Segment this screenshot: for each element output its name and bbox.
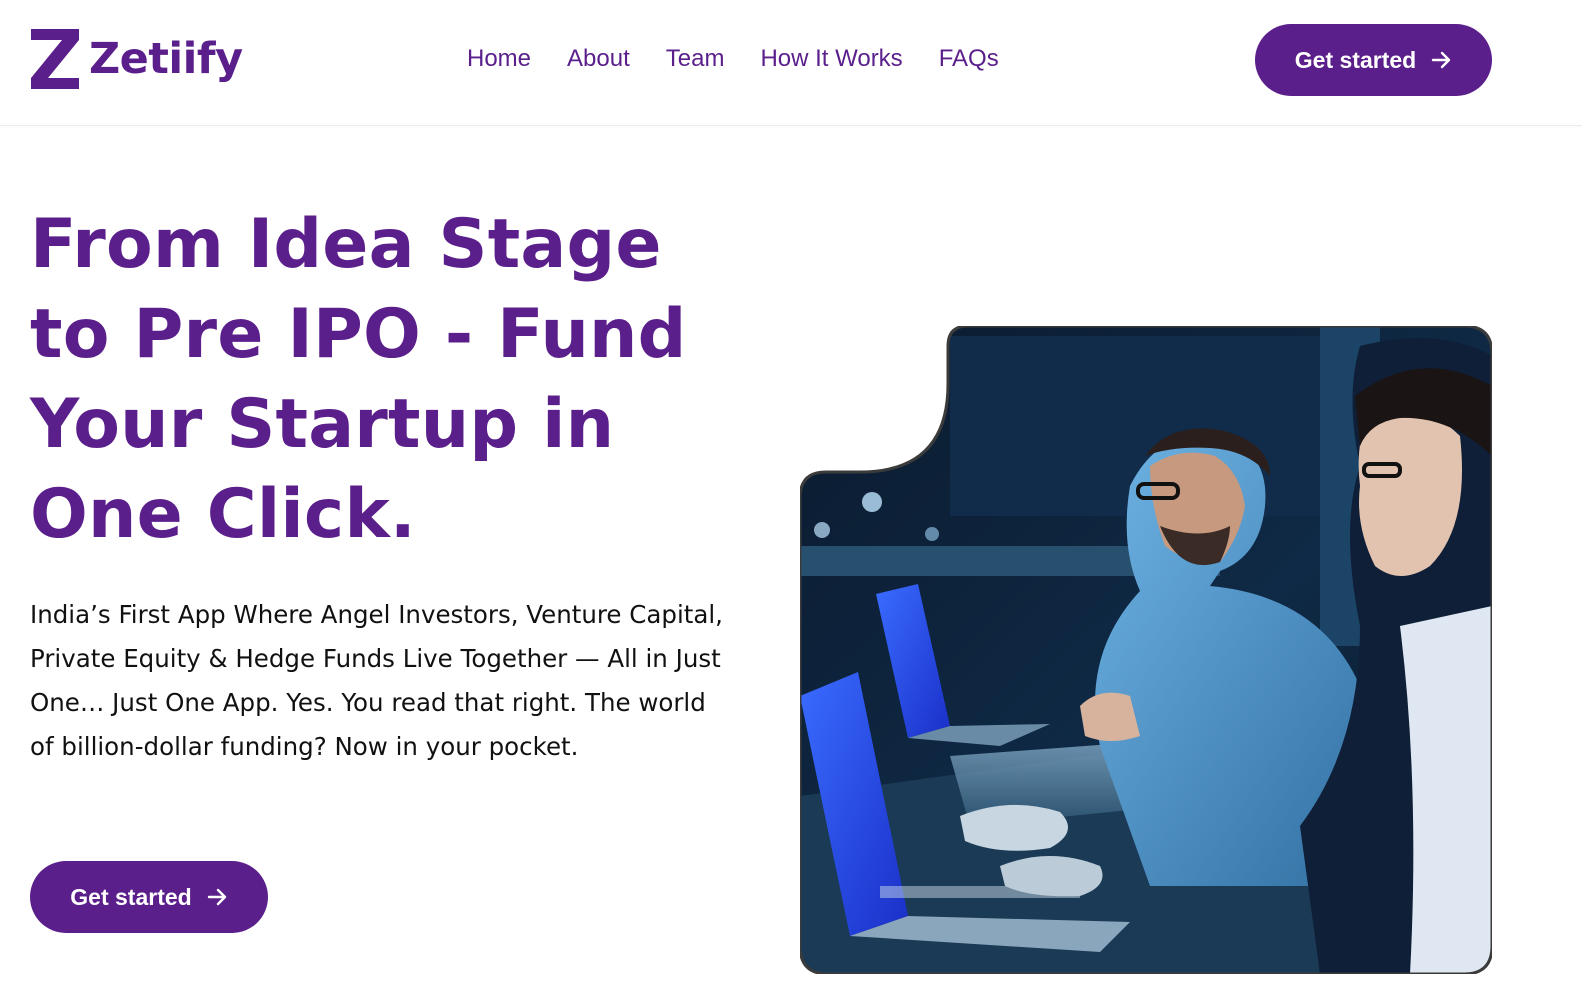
hero-get-started-label: Get started [70,883,192,910]
nav-faqs[interactable]: FAQs [939,42,999,76]
site-header: Zetiify Home About Team How It Works FAQ… [0,0,1582,126]
header-get-started-label: Get started [1294,46,1417,73]
hero-title: From Idea Stage to Pre IPO - Fund Your S… [30,205,687,554]
nav-home[interactable]: Home [467,42,531,76]
main-nav: Home About Team How It Works FAQs [467,42,999,76]
logo-z-icon [31,29,79,89]
brand-name: Zetiify [89,34,243,84]
hero-description: India’s First App Where Angel Investors,… [30,600,723,761]
brand-logo[interactable]: Zetiify [30,29,243,89]
nav-how-it-works[interactable]: How It Works [760,42,902,76]
nav-about[interactable]: About [567,42,630,76]
hero-image [800,326,1492,974]
nav-team[interactable]: Team [666,42,725,76]
arrow-right-icon [1432,51,1451,69]
arrow-right-icon [207,888,226,906]
header-get-started-button[interactable]: Get started [1255,24,1492,96]
hero-get-started-button[interactable]: Get started [30,861,268,933]
